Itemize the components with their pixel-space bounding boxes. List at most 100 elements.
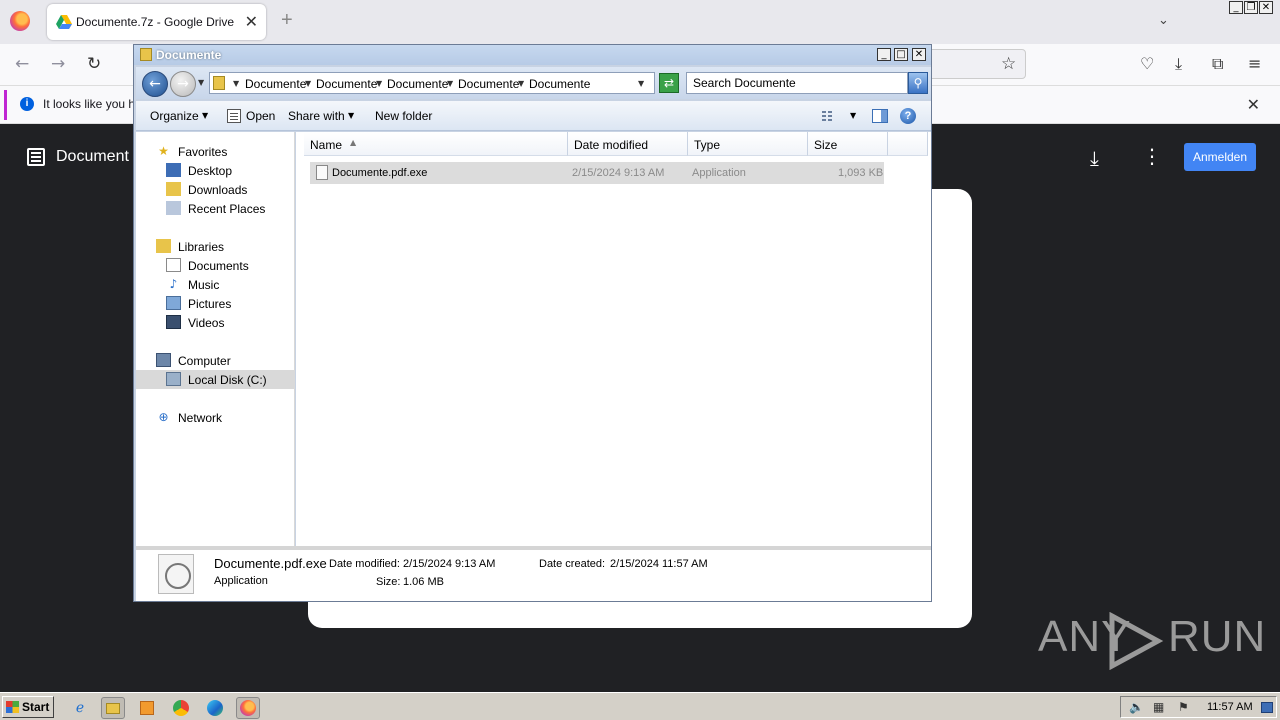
- preview-pane-icon[interactable]: [872, 109, 888, 123]
- breadcrumb-arrow-icon[interactable]: ▼: [447, 79, 453, 88]
- details-file-name: Documente.pdf.exe: [214, 556, 327, 571]
- restore-window-button[interactable]: ❐: [1244, 1, 1258, 14]
- close-window-button[interactable]: ✕: [1259, 1, 1273, 14]
- nav-libraries[interactable]: Libraries: [156, 237, 286, 256]
- reload-icon[interactable]: ↻: [87, 54, 101, 74]
- tab-google-drive[interactable]: Documente.7z - Google Drive ✕: [47, 4, 266, 40]
- refresh-button[interactable]: ⇄: [659, 73, 679, 93]
- organize-dropdown-icon[interactable]: ▼: [202, 111, 208, 120]
- show-desktop-icon[interactable]: [1261, 702, 1273, 713]
- network-tray-icon[interactable]: ▦: [1153, 700, 1164, 714]
- breadcrumb-arrow-icon[interactable]: ▼: [518, 79, 524, 88]
- drive-download-icon[interactable]: ⤓: [1090, 146, 1099, 170]
- nav-recent-places[interactable]: Recent Places: [166, 199, 286, 218]
- column-header-name[interactable]: Name ▲: [304, 132, 568, 156]
- breadcrumb-item[interactable]: Documente: [529, 77, 590, 91]
- file-size: 1,093 KB: [838, 167, 884, 179]
- minimize-window-button[interactable]: _: [1229, 1, 1243, 14]
- details-size: 1.06 MB: [403, 576, 444, 588]
- local-disk-icon: [166, 372, 181, 386]
- breadcrumb-item[interactable]: Documente: [458, 77, 519, 91]
- explorer-back-button[interactable]: ←: [142, 71, 168, 97]
- libraries-icon: [156, 239, 171, 253]
- nav-favorites[interactable]: ★ Favorites: [156, 142, 286, 161]
- start-button[interactable]: Start: [2, 696, 54, 718]
- nav-music[interactable]: ♪ Music: [166, 275, 286, 294]
- downloads-icon[interactable]: ⤓: [1175, 54, 1182, 74]
- organize-button[interactable]: Organize: [150, 109, 199, 123]
- edge-icon[interactable]: [203, 697, 227, 719]
- history-dropdown-icon[interactable]: ▼: [198, 78, 204, 87]
- nav-network[interactable]: ⊕ Network: [156, 408, 286, 427]
- share-with-button[interactable]: Share with: [288, 109, 345, 123]
- breadcrumb-item[interactable]: Documente: [387, 77, 448, 91]
- column-header-size[interactable]: Size: [808, 132, 888, 156]
- firefox-logo-icon[interactable]: [10, 11, 30, 31]
- explorer-minimize-button[interactable]: _: [877, 48, 891, 61]
- extensions-icon[interactable]: ⧉: [1212, 54, 1223, 74]
- firefox-taskbar-icon[interactable]: [236, 697, 260, 719]
- tab-close-icon[interactable]: ✕: [245, 12, 258, 32]
- browser-tabstrip: Documente.7z - Google Drive ✕ + ⌄ _ ❐ ✕: [0, 0, 1280, 44]
- column-header-type[interactable]: Type: [688, 132, 808, 156]
- recent-places-icon: [166, 201, 181, 215]
- music-icon: ♪: [169, 277, 178, 291]
- breadcrumb-arrow-icon[interactable]: ▼: [305, 79, 311, 88]
- view-dropdown-icon[interactable]: ▼: [850, 111, 856, 120]
- action-center-flag-icon[interactable]: ⚑: [1178, 700, 1189, 714]
- details-date-created-label: Date created:: [539, 558, 606, 570]
- internet-explorer-icon[interactable]: ℯ: [68, 697, 92, 719]
- chrome-icon[interactable]: [169, 697, 193, 719]
- forward-arrow-icon[interactable]: →: [51, 54, 65, 74]
- new-tab-icon[interactable]: +: [281, 9, 293, 32]
- share-with-dropdown-icon[interactable]: ▼: [348, 111, 354, 120]
- documents-icon: [166, 258, 181, 272]
- clock[interactable]: 11:57 AM: [1207, 701, 1253, 713]
- column-header-label: Size: [814, 138, 838, 152]
- breadcrumb-item[interactable]: Documente: [316, 77, 377, 91]
- downloads-folder-icon: [166, 182, 181, 196]
- change-view-icon[interactable]: [822, 110, 836, 122]
- explorer-forward-button[interactable]: →: [170, 71, 196, 97]
- back-arrow-icon[interactable]: ←: [15, 54, 29, 74]
- address-field[interactable]: ▼ Documente ▼ Documente ▼ Documente ▼ Do…: [209, 72, 655, 94]
- column-header-label: Name: [310, 138, 343, 152]
- volume-icon[interactable]: 🔈: [1129, 700, 1144, 714]
- nav-downloads[interactable]: Downloads: [166, 180, 286, 199]
- explorer-maximize-button[interactable]: □: [894, 48, 908, 61]
- tab-list-chevron-icon[interactable]: ⌄: [1158, 12, 1169, 28]
- media-player-icon[interactable]: [135, 697, 159, 719]
- sign-in-button[interactable]: Anmelden: [1184, 143, 1256, 171]
- pocket-icon[interactable]: ♡: [1140, 54, 1154, 73]
- address-dropdown-icon[interactable]: ▼: [638, 79, 644, 88]
- notification-close-icon[interactable]: ✕: [1247, 95, 1260, 115]
- help-icon[interactable]: ?: [900, 108, 916, 124]
- new-folder-button[interactable]: New folder: [375, 109, 432, 123]
- column-header-date-modified[interactable]: Date modified: [568, 132, 688, 156]
- nav-documents[interactable]: Documents: [166, 256, 286, 275]
- menu-hamburger-icon[interactable]: ≡: [1248, 54, 1261, 73]
- nav-computer[interactable]: Computer: [156, 351, 286, 370]
- open-button[interactable]: Open: [246, 109, 275, 123]
- nav-pictures[interactable]: Pictures: [166, 294, 286, 313]
- nav-desktop[interactable]: Desktop: [166, 161, 286, 180]
- nav-label: Music: [188, 278, 220, 292]
- explorer-close-button[interactable]: ✕: [912, 48, 926, 61]
- search-input[interactable]: Search Documente: [686, 72, 908, 94]
- breadcrumb-arrow-icon[interactable]: ▼: [376, 79, 382, 88]
- explorer-taskbar-icon[interactable]: [101, 697, 125, 719]
- nav-local-disk[interactable]: Local Disk (C:): [136, 370, 295, 389]
- file-row[interactable]: Documente.pdf.exe 2/15/2024 9:13 AM Appl…: [310, 162, 884, 184]
- nav-label: Network: [178, 411, 223, 425]
- breadcrumb-item[interactable]: Documente: [245, 77, 306, 91]
- nav-videos[interactable]: Videos: [166, 313, 286, 332]
- breadcrumb-arrow-icon[interactable]: ▼: [233, 79, 239, 88]
- bookmark-star-icon[interactable]: ☆: [1001, 54, 1016, 74]
- column-header-extra[interactable]: [888, 132, 928, 156]
- videos-icon: [166, 315, 181, 329]
- address-folder-icon: [213, 76, 225, 90]
- nav-label: Pictures: [188, 297, 232, 311]
- more-options-icon[interactable]: ⋮: [1142, 144, 1162, 168]
- explorer-titlebar[interactable]: Documente _ □ ✕: [134, 45, 931, 65]
- search-icon[interactable]: ⚲: [908, 72, 928, 94]
